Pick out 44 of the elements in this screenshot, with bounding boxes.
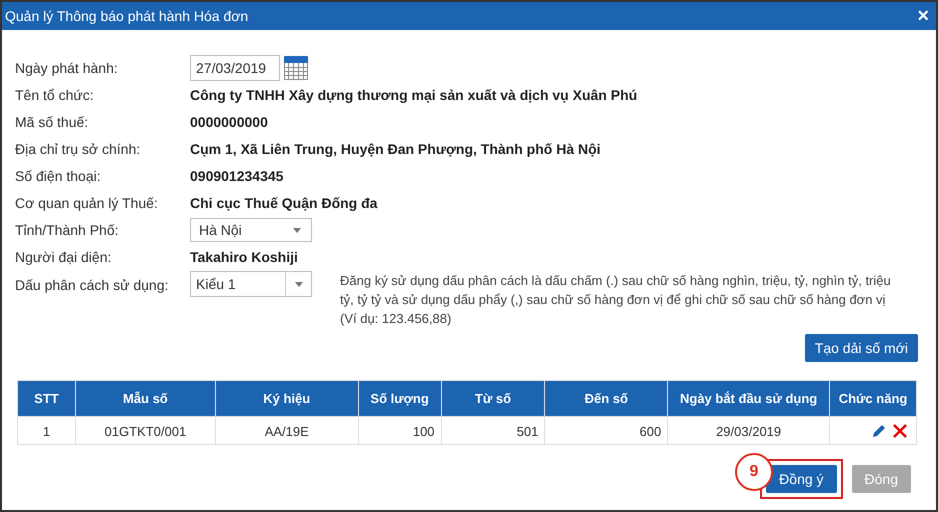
column-header: Ngày bắt đầu sử dụng — [668, 380, 830, 416]
table-cell: 1 — [18, 416, 76, 444]
date-field[interactable]: 27/03/2019 — [190, 55, 280, 81]
column-header: Đến số — [544, 380, 668, 416]
confirm-button[interactable]: Đồng ý — [766, 465, 837, 493]
field-value: Cụm 1, Xã Liên Trung, Huyện Đan Phượng, Thành phố Hà Nội — [190, 140, 601, 159]
separator-note: Đăng ký sử dụng dấu phân cách là dấu chấm (.) sau chữ số hàng nghìn, triệu, tỷ, nghìn tỷ, triệu tỷ, tỷ tỷ và sử dụng dấu phẩy (,) sau chữ số hàng đơn vị để ghi chữ số sau chữ số hàng đơn vị (Ví dụ: 123.456,88) — [340, 272, 892, 328]
table-cell: 600 — [544, 416, 668, 444]
table-cell: 29/03/2019 — [668, 416, 830, 444]
delete-icon[interactable] — [893, 424, 907, 438]
column-header: Chức năng — [830, 380, 916, 416]
column-header: STT — [18, 380, 76, 416]
field-label: Địa chỉ trụ sở chính: — [15, 140, 142, 158]
calendar-icon[interactable] — [284, 56, 308, 80]
field-value: Chi cục Thuế Quận Đống đa — [190, 194, 378, 213]
close-button[interactable]: × — [913, 6, 933, 26]
table-cell: 100 — [358, 416, 442, 444]
field-value: Takahiro Koshiji — [190, 248, 298, 267]
field-label: Cơ quan quản lý Thuế: — [15, 194, 159, 213]
field-value: 0000000000 — [190, 112, 268, 132]
caret-icon — [294, 282, 302, 286]
column-header: Mẫu số — [75, 380, 216, 416]
pencil-icon[interactable] — [872, 423, 887, 438]
window-title: Quản lý Thông báo phát hành Hóa đơn — [5, 6, 248, 26]
caret-icon — [293, 228, 301, 232]
field-label: Tên tổ chức: — [15, 86, 95, 104]
table-cell: AA/19E — [215, 416, 358, 444]
field-value: 090901234345 — [190, 166, 284, 186]
column-header: Số lượng — [358, 380, 442, 416]
field-label: Ngày phát hành: — [15, 58, 119, 78]
field-label: Người đại diện: — [15, 248, 112, 267]
separator-select[interactable]: Kiểu 1 — [190, 271, 312, 297]
field-label: Mã số thuế: — [15, 112, 90, 132]
field-label: Tỉnh/Thành Phố: — [15, 220, 120, 240]
table-cell: 01GTKT0/001 — [75, 416, 216, 444]
field-label: Dấu phân cách sử dụng: — [15, 276, 170, 295]
field-value: Công ty TNHH Xây dựng thương mại sản xuất và dịch vụ Xuân Phú — [190, 86, 638, 105]
create-range-button[interactable]: Tạo dải số mới — [804, 334, 918, 362]
table-cell: 501 — [441, 416, 545, 444]
column-header: Từ số — [441, 380, 545, 416]
step-marker: 9 — [735, 453, 773, 491]
province-select[interactable]: Hà Nội — [190, 218, 312, 242]
column-header: Ký hiệu — [215, 380, 358, 416]
field-label: Số điện thoại: — [15, 166, 102, 186]
